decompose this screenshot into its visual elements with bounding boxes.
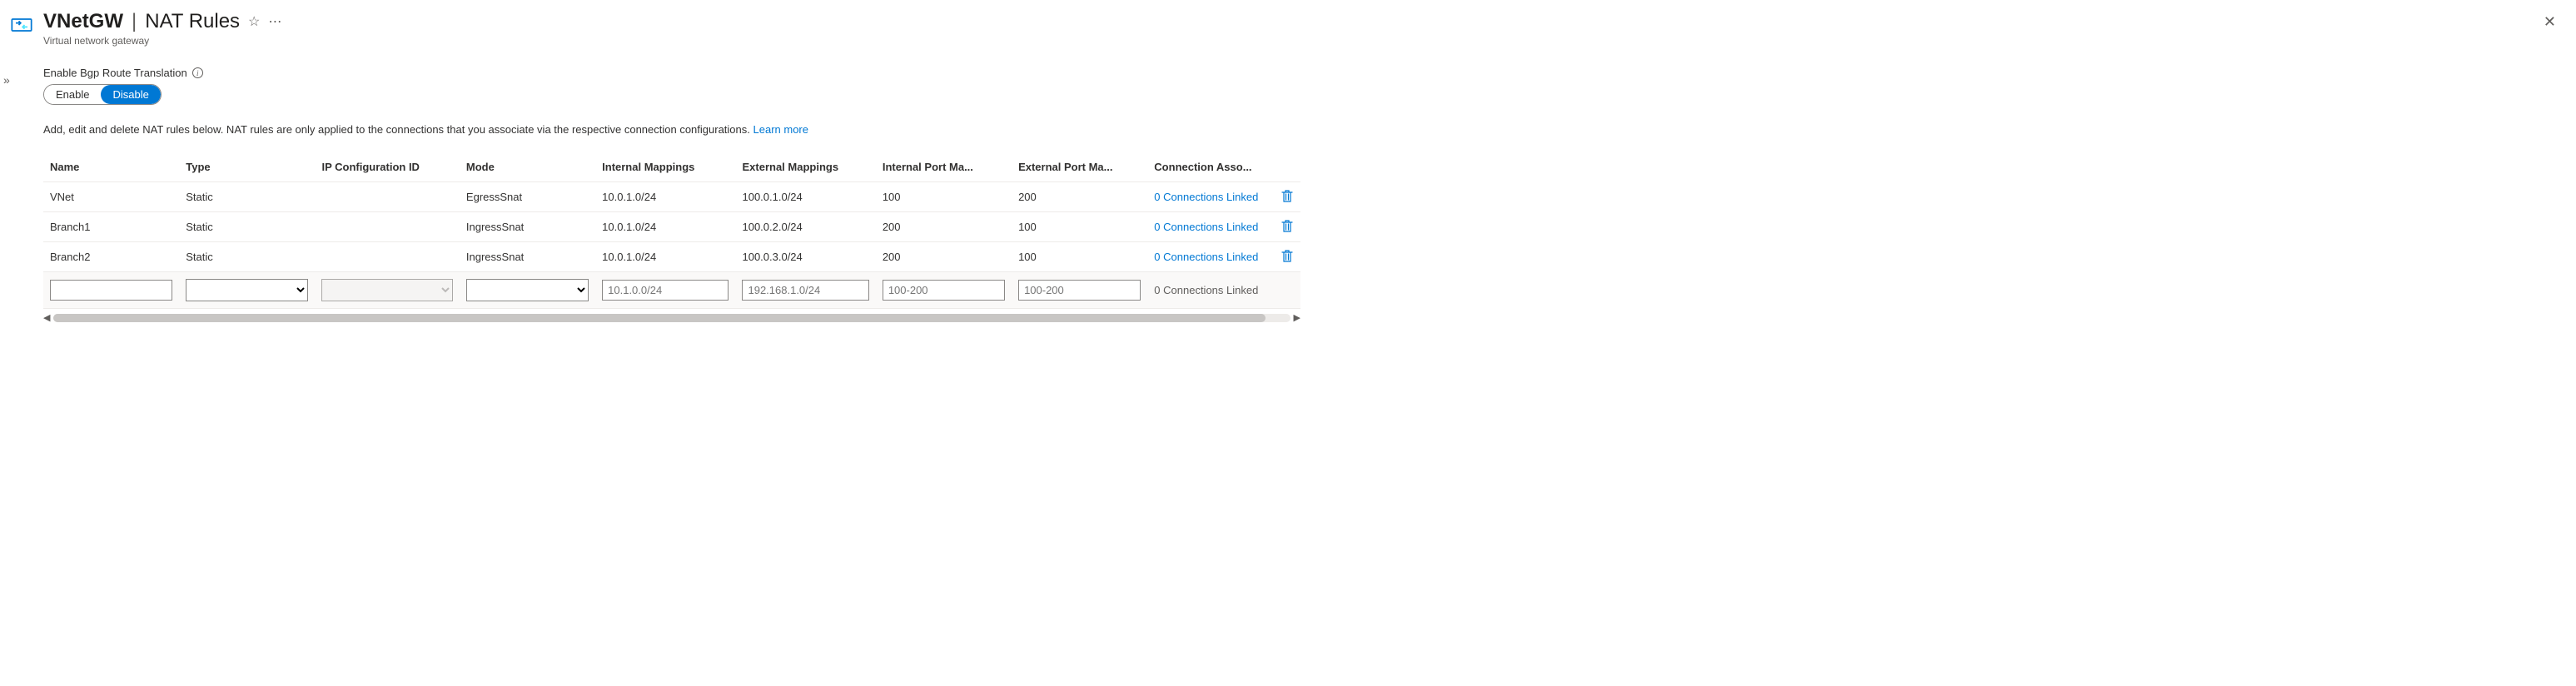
cell-external-mapping: 100.0.1.0/24 xyxy=(735,182,875,212)
col-header-mode[interactable]: Mode xyxy=(460,152,595,182)
disable-option[interactable]: Disable xyxy=(101,85,160,104)
new-rule-type-select[interactable] xyxy=(186,279,308,301)
cell-external-port: 100 xyxy=(1012,242,1147,272)
bgp-translation-label: Enable Bgp Route Translation xyxy=(43,67,187,79)
col-header-connection-assoc[interactable]: Connection Asso... xyxy=(1147,152,1275,182)
cell-internal-port: 200 xyxy=(876,242,1012,272)
nat-rules-table: Name Type IP Configuration ID Mode Inter… xyxy=(43,152,1300,309)
new-rule-ipconfig-select xyxy=(321,279,452,301)
bgp-translation-toggle[interactable]: Enable Disable xyxy=(43,84,162,105)
cell-mode: IngressSnat xyxy=(460,242,595,272)
connections-linked-link[interactable]: 0 Connections Linked xyxy=(1147,242,1275,272)
more-actions-icon[interactable]: ⋯ xyxy=(268,13,281,30)
new-rule-internal-mapping-input[interactable] xyxy=(602,280,729,301)
new-rule-connections-label: 0 Connections Linked xyxy=(1154,284,1258,296)
title-separator: | xyxy=(132,10,137,33)
col-header-external-port[interactable]: External Port Ma... xyxy=(1012,152,1147,182)
cell-internal-port: 200 xyxy=(876,212,1012,242)
delete-icon[interactable] xyxy=(1281,219,1293,232)
vnet-gateway-icon xyxy=(10,13,33,37)
new-rule-external-mapping-input[interactable] xyxy=(742,280,868,301)
page-header: VNetGW | NAT Rules ☆ ⋯ Virtual network g… xyxy=(10,10,2559,47)
cell-external-mapping: 100.0.2.0/24 xyxy=(735,212,875,242)
cell-mode: EgressSnat xyxy=(460,182,595,212)
enable-option[interactable]: Enable xyxy=(44,85,101,104)
new-rule-internal-port-input[interactable] xyxy=(883,280,1005,301)
cell-type: Static xyxy=(179,242,315,272)
delete-icon[interactable] xyxy=(1281,189,1293,202)
scroll-thumb[interactable] xyxy=(53,314,1265,322)
cell-mode: IngressSnat xyxy=(460,212,595,242)
cell-internal-mapping: 10.0.1.0/24 xyxy=(595,182,735,212)
new-rule-mode-select[interactable] xyxy=(466,279,589,301)
connections-linked-link[interactable]: 0 Connections Linked xyxy=(1147,182,1275,212)
cell-external-mapping: 100.0.3.0/24 xyxy=(735,242,875,272)
col-header-type[interactable]: Type xyxy=(179,152,315,182)
col-header-ipconfig[interactable]: IP Configuration ID xyxy=(315,152,459,182)
favorite-star-icon[interactable]: ☆ xyxy=(248,13,260,30)
table-row[interactable]: VNetStatic EgressSnat10.0.1.0/24100.0.1.0… xyxy=(43,182,1300,212)
new-rule-external-port-input[interactable] xyxy=(1018,280,1141,301)
cell-ipconfig xyxy=(315,212,459,242)
scroll-right-arrow[interactable]: ▶ xyxy=(1294,312,1300,323)
cell-name: Branch2 xyxy=(43,242,179,272)
learn-more-link[interactable]: Learn more xyxy=(753,123,808,136)
cell-internal-port: 100 xyxy=(876,182,1012,212)
connections-linked-link[interactable]: 0 Connections Linked xyxy=(1147,212,1275,242)
table-row[interactable]: Branch2Static IngressSnat10.0.1.0/24100.0… xyxy=(43,242,1300,272)
info-icon[interactable]: i xyxy=(192,67,203,78)
cell-name: Branch1 xyxy=(43,212,179,242)
cell-external-port: 100 xyxy=(1012,212,1147,242)
close-icon[interactable]: ✕ xyxy=(2540,10,2559,34)
col-header-name[interactable]: Name xyxy=(43,152,179,182)
resource-name: VNetGW xyxy=(43,10,123,33)
nat-rules-description: Add, edit and delete NAT rules below. NA… xyxy=(43,123,1300,136)
new-rule-row: 0 Connections Linked xyxy=(43,272,1300,309)
cell-internal-mapping: 10.0.1.0/24 xyxy=(595,242,735,272)
cell-type: Static xyxy=(179,182,315,212)
table-row[interactable]: Branch1Static IngressSnat10.0.1.0/24100.0… xyxy=(43,212,1300,242)
expand-panel-chevron[interactable]: » xyxy=(3,73,10,87)
cell-ipconfig xyxy=(315,242,459,272)
resource-type-subtitle: Virtual network gateway xyxy=(43,35,2530,47)
cell-external-port: 200 xyxy=(1012,182,1147,212)
cell-name: VNet xyxy=(43,182,179,212)
col-header-external-mappings[interactable]: External Mappings xyxy=(735,152,875,182)
delete-icon[interactable] xyxy=(1281,249,1293,262)
scroll-left-arrow[interactable]: ◀ xyxy=(43,312,50,323)
col-header-internal-port[interactable]: Internal Port Ma... xyxy=(876,152,1012,182)
horizontal-scrollbar[interactable]: ◀ ▶ xyxy=(43,312,1300,323)
col-header-internal-mappings[interactable]: Internal Mappings xyxy=(595,152,735,182)
new-rule-name-input[interactable] xyxy=(50,280,172,301)
cell-internal-mapping: 10.0.1.0/24 xyxy=(595,212,735,242)
cell-type: Static xyxy=(179,212,315,242)
page-title: NAT Rules xyxy=(145,10,240,33)
cell-ipconfig xyxy=(315,182,459,212)
